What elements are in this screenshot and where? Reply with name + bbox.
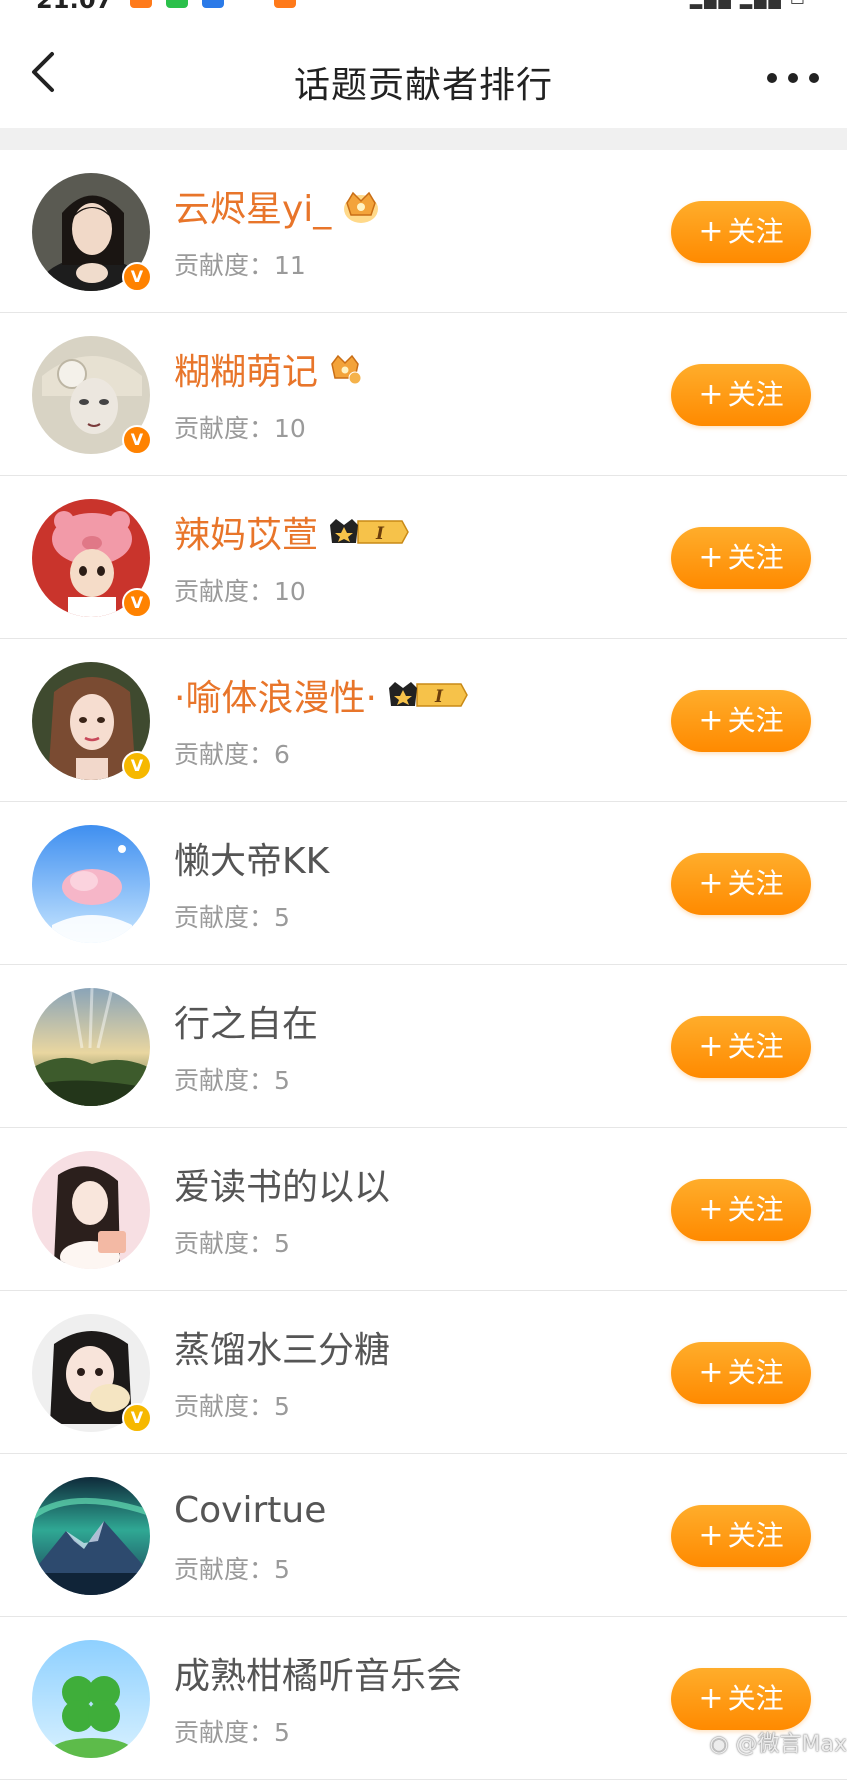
avatar[interactable] xyxy=(32,1640,150,1758)
user-name[interactable]: 懒大帝KK xyxy=(174,832,329,884)
contribution-score: 贡献度：10 xyxy=(174,414,306,443)
contributor-list: V 云烬星yi_ 贡献度：11 + 关注 V 糊糊萌记 贡献度：10 + 关注 … xyxy=(0,150,847,1780)
plus-icon: + xyxy=(698,703,724,738)
follow-button[interactable]: + 关注 xyxy=(671,1179,811,1241)
list-item[interactable]: V 云烬星yi_ 贡献度：11 + 关注 xyxy=(0,150,847,313)
user-name[interactable]: 辣妈苡萱 xyxy=(174,506,318,558)
plus-icon: + xyxy=(698,1029,724,1064)
app-notification-icon xyxy=(202,0,224,8)
list-item[interactable]: V ·喻体浪漫性· I 贡献度：6 + 关注 xyxy=(0,639,847,802)
user-name[interactable]: 行之自在 xyxy=(174,995,318,1047)
verified-badge-icon: V xyxy=(122,425,152,455)
follow-button[interactable]: + 关注 xyxy=(671,364,811,426)
list-item[interactable]: V 蒸馏水三分糖 贡献度：5 + 关注 xyxy=(0,1291,847,1454)
page-title: 话题贡献者排行 xyxy=(293,65,553,106)
list-item[interactable]: 爱读书的以以 贡献度：5 + 关注 xyxy=(0,1128,847,1291)
follow-button[interactable]: + 关注 xyxy=(671,527,811,589)
plus-icon: + xyxy=(698,1681,724,1716)
list-item[interactable]: V 辣妈苡萱 I 贡献度：10 + 关注 xyxy=(0,476,847,639)
follow-button[interactable]: + 关注 xyxy=(671,1668,811,1730)
plus-icon: + xyxy=(698,540,724,575)
plus-icon: + xyxy=(698,1518,724,1553)
more-dot-icon xyxy=(767,73,777,83)
app-notification-icon xyxy=(166,0,188,8)
plus-icon: + xyxy=(698,377,724,412)
user-name[interactable]: 蒸馏水三分糖 xyxy=(174,1321,390,1373)
app-notification-icon xyxy=(130,0,152,8)
user-name[interactable]: 爱读书的以以 xyxy=(174,1158,390,1210)
watermark: ◉ @微言Max xyxy=(709,1732,847,1757)
plus-icon: + xyxy=(698,866,724,901)
user-name[interactable]: Covirtue xyxy=(174,1490,326,1531)
section-divider xyxy=(0,128,847,150)
plus-icon: + xyxy=(698,1192,724,1227)
contribution-score: 贡献度：5 xyxy=(174,1718,290,1747)
list-item[interactable]: 懒大帝KK 贡献度：5 + 关注 xyxy=(0,802,847,965)
user-name[interactable]: ·喻体浪漫性· xyxy=(174,669,377,721)
weibo-logo-icon: ◉ xyxy=(709,1732,729,1757)
avatar[interactable] xyxy=(32,825,150,943)
avatar[interactable] xyxy=(32,1151,150,1269)
contribution-score: 贡献度：11 xyxy=(174,251,306,280)
user-name[interactable]: 成熟柑橘听音乐会 xyxy=(174,1647,462,1699)
verified-badge-icon: V xyxy=(122,751,152,781)
svg-text:I: I xyxy=(375,524,385,544)
list-item[interactable]: Covirtue 贡献度：5 + 关注 xyxy=(0,1454,847,1617)
follow-button[interactable]: + 关注 xyxy=(671,853,811,915)
crown-badge-icon xyxy=(331,354,362,385)
user-name[interactable]: 云烬星yi_ xyxy=(174,180,331,232)
more-options-button[interactable] xyxy=(767,70,819,86)
signal-battery-icons: ▂▄▆ ▂▄▆ ▭ xyxy=(690,0,807,9)
vip-level-badge-icon: I xyxy=(330,519,409,544)
list-item[interactable]: V 糊糊萌记 贡献度：10 + 关注 xyxy=(0,313,847,476)
nav-header: 话题贡献者排行 xyxy=(0,12,847,128)
plus-icon: + xyxy=(698,214,724,249)
status-time: 21:07 xyxy=(36,0,112,12)
more-dot-icon xyxy=(809,73,819,83)
follow-button[interactable]: + 关注 xyxy=(671,1016,811,1078)
follow-button[interactable]: + 关注 xyxy=(671,690,811,752)
verified-badge-icon: V xyxy=(122,1403,152,1433)
contribution-score: 贡献度：6 xyxy=(174,740,290,769)
contribution-score: 贡献度：5 xyxy=(174,903,290,932)
app-notification-icon xyxy=(274,0,296,8)
contribution-score: 贡献度：5 xyxy=(174,1066,290,1095)
contribution-score: 贡献度：10 xyxy=(174,577,306,606)
vip-level-badge-icon: I xyxy=(388,682,468,707)
contribution-score: 贡献度：5 xyxy=(174,1392,290,1421)
status-bar: 21:07 ▂▄▆ ▂▄▆ ▭ xyxy=(0,0,847,12)
user-name[interactable]: 糊糊萌记 xyxy=(174,343,318,395)
follow-button[interactable]: + 关注 xyxy=(671,201,811,263)
plus-icon: + xyxy=(698,1355,724,1390)
list-item[interactable]: 行之自在 贡献度：5 + 关注 xyxy=(0,965,847,1128)
contribution-score: 贡献度：5 xyxy=(174,1229,290,1258)
verified-badge-icon: V xyxy=(122,262,152,292)
follow-button[interactable]: + 关注 xyxy=(671,1342,811,1404)
more-dot-icon xyxy=(788,73,798,83)
crown-badge-icon xyxy=(344,191,379,223)
svg-text:I: I xyxy=(434,687,444,707)
avatar[interactable] xyxy=(32,988,150,1106)
avatar[interactable] xyxy=(32,1477,150,1595)
verified-badge-icon: V xyxy=(122,588,152,618)
contribution-score: 贡献度：5 xyxy=(174,1555,290,1584)
follow-button[interactable]: + 关注 xyxy=(671,1505,811,1567)
